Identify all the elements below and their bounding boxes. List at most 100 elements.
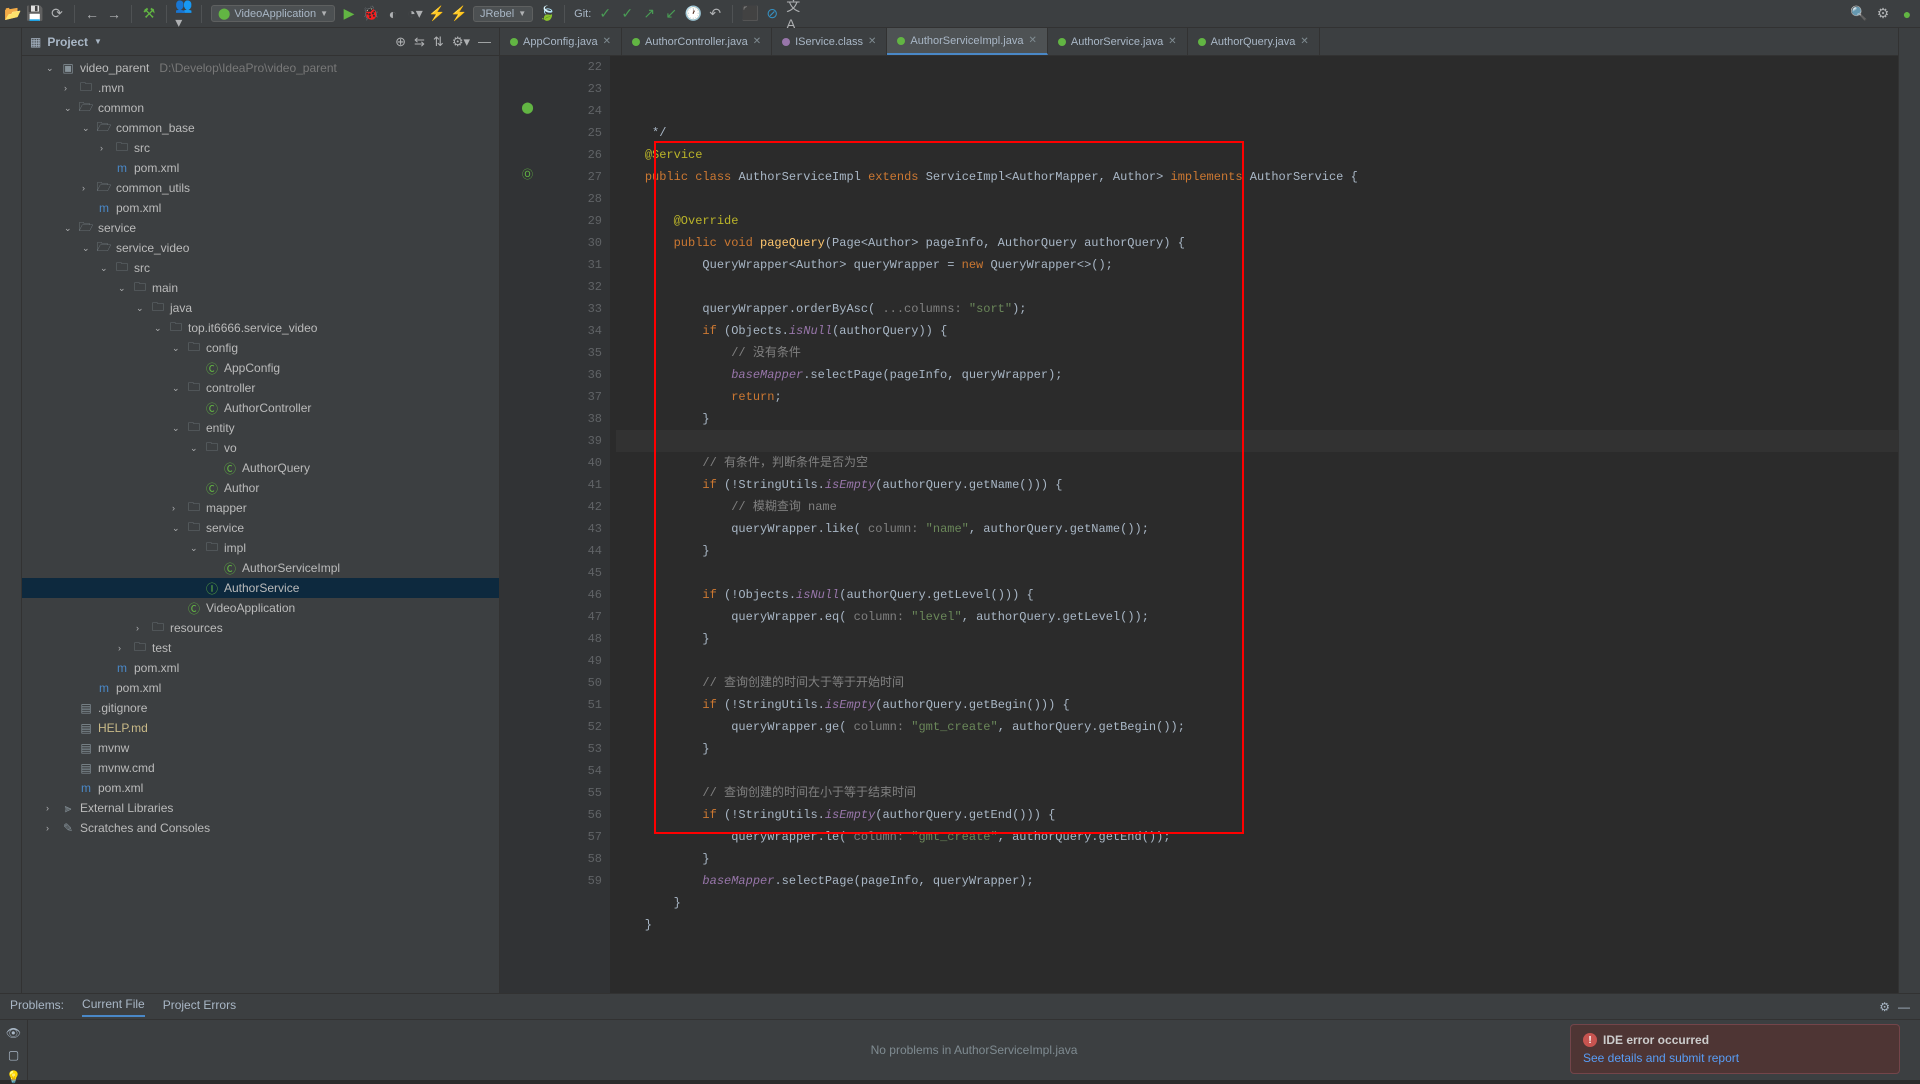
sync-icon[interactable]: ⟳: [49, 6, 65, 22]
tree-item[interactable]: ⌄🗀entity: [22, 418, 499, 438]
build-icon[interactable]: ⚒: [141, 6, 157, 22]
stop-icon[interactable]: ⬛: [742, 6, 758, 22]
close-icon[interactable]: ✕: [753, 36, 761, 47]
git-rollback-icon[interactable]: ↶: [707, 6, 723, 22]
no-entry-icon[interactable]: ⊘: [764, 6, 780, 22]
tree-item[interactable]: ⒸAuthorController: [22, 398, 499, 418]
problems-toolbar: 👁 ▢ 💡: [0, 1020, 28, 1080]
avatar-icon[interactable]: ●: [1899, 6, 1915, 22]
tree-item[interactable]: ⌄🗀top.it6666.service_video: [22, 318, 499, 338]
editor-tab[interactable]: IService.class✕: [772, 28, 887, 55]
tree-item[interactable]: ⌄🗀src: [22, 258, 499, 278]
editor-tab[interactable]: AuthorQuery.java✕: [1188, 28, 1320, 55]
tree-item[interactable]: ⌄🗁common: [22, 98, 499, 118]
tree-item[interactable]: mpom.xml: [22, 658, 499, 678]
group-icon[interactable]: 👥▾: [176, 6, 192, 22]
problems-tab-project[interactable]: Project Errors: [163, 998, 236, 1016]
tree-item[interactable]: ⌄🗀controller: [22, 378, 499, 398]
coverage-icon[interactable]: ◐: [385, 6, 401, 22]
tree-item[interactable]: ⒸAuthorServiceImpl: [22, 558, 499, 578]
tree-item[interactable]: ›🗁common_utils: [22, 178, 499, 198]
tree-item[interactable]: ⌄🗀config: [22, 338, 499, 358]
close-icon[interactable]: ✕: [868, 36, 876, 47]
jrebel-combo[interactable]: JRebel ▼: [473, 6, 533, 22]
close-icon[interactable]: ✕: [1300, 36, 1308, 47]
panel-title: Project: [47, 35, 88, 49]
search-icon[interactable]: 🔍: [1851, 6, 1867, 22]
tree-item[interactable]: ⌄🗁service: [22, 218, 499, 238]
project-tree[interactable]: ⌄▣video_parentD:\Develop\IdeaPro\video_p…: [22, 56, 499, 1080]
filter-icon[interactable]: ▢: [8, 1048, 19, 1062]
tree-item[interactable]: ⌄🗁service_video: [22, 238, 499, 258]
dropdown-icon[interactable]: ▼: [94, 37, 102, 46]
tree-item[interactable]: ›🗀resources: [22, 618, 499, 638]
git-pull-icon[interactable]: ↙: [663, 6, 679, 22]
open-icon[interactable]: 📂: [5, 6, 21, 22]
git-update-icon[interactable]: ✓: [597, 6, 613, 22]
tree-item[interactable]: ⒸVideoApplication: [22, 598, 499, 618]
debug-icon[interactable]: 🐞: [363, 6, 379, 22]
tree-item[interactable]: ⌄🗁common_base: [22, 118, 499, 138]
tree-item[interactable]: ›✎Scratches and Consoles: [22, 818, 499, 838]
project-icon: ▦: [30, 35, 41, 49]
tree-item[interactable]: ⒸAuthor: [22, 478, 499, 498]
git-push-icon[interactable]: ↗: [641, 6, 657, 22]
error-link[interactable]: See details and submit report: [1583, 1051, 1739, 1065]
jrebel-icon[interactable]: 🍃: [539, 6, 555, 22]
tree-item[interactable]: ›🗀.mvn: [22, 78, 499, 98]
hotswap-icon[interactable]: ⚡: [429, 6, 445, 22]
run-config-combo[interactable]: ⬤ VideoApplication ▼: [211, 5, 335, 22]
settings-icon[interactable]: ⚙: [1875, 6, 1891, 22]
error-balloon[interactable]: ! IDE error occurred See details and sub…: [1570, 1024, 1900, 1074]
tree-item[interactable]: mpom.xml: [22, 778, 499, 798]
close-icon[interactable]: ✕: [1168, 36, 1176, 47]
tree-item[interactable]: mpom.xml: [22, 198, 499, 218]
problems-tab-current[interactable]: Current File: [82, 997, 145, 1017]
inspect-icon[interactable]: 👁: [6, 1026, 21, 1040]
tree-item[interactable]: ▤HELP.md: [22, 718, 499, 738]
tree-item[interactable]: ▤mvnw: [22, 738, 499, 758]
close-icon[interactable]: ✕: [603, 36, 611, 47]
editor-tab[interactable]: AuthorController.java✕: [622, 28, 772, 55]
expand-icon[interactable]: ⇆: [414, 34, 425, 50]
tree-item[interactable]: mpom.xml: [22, 158, 499, 178]
tree-item[interactable]: ⌄🗀main: [22, 278, 499, 298]
tree-item[interactable]: ⒾAuthorService: [22, 578, 499, 598]
tree-item[interactable]: ⌄🗀service: [22, 518, 499, 538]
tree-item[interactable]: ⌄🗀java: [22, 298, 499, 318]
tree-item[interactable]: ▤.gitignore: [22, 698, 499, 718]
minimize-icon[interactable]: —: [478, 34, 491, 50]
profile-icon[interactable]: ◔▾: [407, 6, 423, 22]
problems-gear-icon[interactable]: ⚙: [1879, 1000, 1890, 1014]
problems-tab-problems[interactable]: Problems:: [10, 998, 64, 1016]
bulb-icon[interactable]: 💡: [6, 1070, 21, 1084]
save-icon[interactable]: 💾: [27, 6, 43, 22]
attach-icon[interactable]: ⚡: [451, 6, 467, 22]
tree-item[interactable]: ⒸAppConfig: [22, 358, 499, 378]
tree-item[interactable]: ⌄🗀impl: [22, 538, 499, 558]
tree-item[interactable]: ›🗀src: [22, 138, 499, 158]
editor-tab[interactable]: AuthorService.java✕: [1048, 28, 1188, 55]
tree-item[interactable]: ›🗀test: [22, 638, 499, 658]
tree-item[interactable]: ›⫸External Libraries: [22, 798, 499, 818]
close-icon[interactable]: ✕: [1028, 35, 1036, 46]
tree-item[interactable]: ⌄🗀vo: [22, 438, 499, 458]
run-icon[interactable]: ▶: [341, 6, 357, 22]
git-history-icon[interactable]: 🕐: [685, 6, 701, 22]
tree-item[interactable]: ⒸAuthorQuery: [22, 458, 499, 478]
gear-icon[interactable]: ⚙▾: [452, 34, 470, 50]
git-commit-icon[interactable]: ✓: [619, 6, 635, 22]
tree-item[interactable]: ▤mvnw.cmd: [22, 758, 499, 778]
select-open-icon[interactable]: ⊕: [395, 34, 406, 50]
tree-item[interactable]: ›🗀mapper: [22, 498, 499, 518]
tree-item[interactable]: mpom.xml: [22, 678, 499, 698]
back-icon[interactable]: ←: [84, 6, 100, 22]
forward-icon[interactable]: →: [106, 6, 122, 22]
editor-tab[interactable]: AuthorServiceImpl.java✕: [887, 28, 1048, 55]
tree-item[interactable]: ⌄▣video_parentD:\Develop\IdeaPro\video_p…: [22, 58, 499, 78]
code-editor[interactable]: */ @Service public class AuthorServiceIm…: [610, 56, 1898, 1080]
collapse-icon[interactable]: ⇅: [433, 34, 444, 50]
problems-minimize-icon[interactable]: —: [1898, 1000, 1910, 1014]
editor-tab[interactable]: AppConfig.java✕: [500, 28, 622, 55]
translate-icon[interactable]: 文A: [786, 6, 802, 22]
